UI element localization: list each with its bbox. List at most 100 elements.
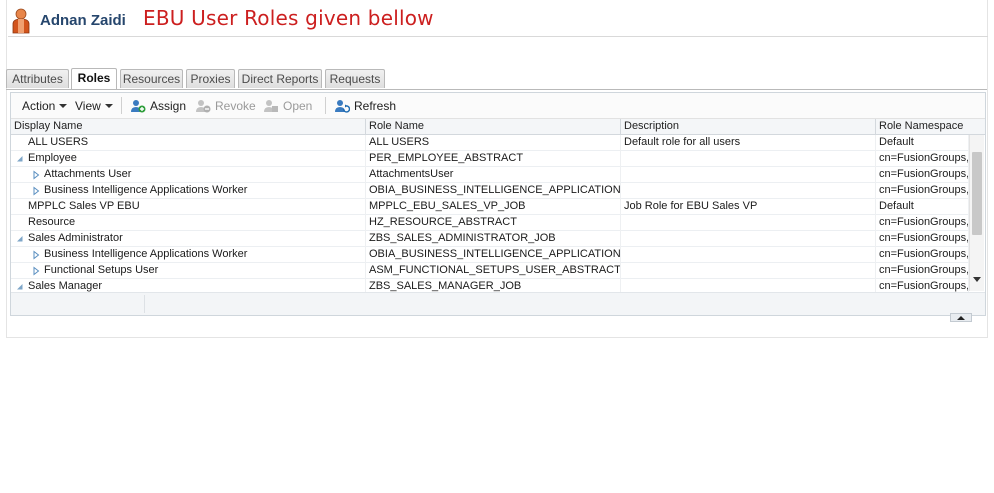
- user-avatar-icon: [12, 8, 30, 34]
- table-row[interactable]: Business Intelligence Applications Worke…: [11, 183, 969, 199]
- cell-role-name: ALL USERS: [366, 135, 621, 151]
- open-label: Open: [283, 99, 313, 113]
- cell-role-namespace: cn=FusionGroups,: [876, 247, 969, 263]
- cell-role-namespace: cn=FusionGroups,: [876, 231, 969, 247]
- cell-description: [621, 231, 876, 247]
- cell-role-namespace: cn=FusionGroups,: [876, 183, 969, 199]
- action-menu-button[interactable]: Action: [22, 99, 68, 113]
- cell-description: [621, 215, 876, 231]
- cell-role-namespace: cn=FusionGroups,: [876, 215, 969, 231]
- open-role-icon: [264, 100, 278, 112]
- cell-description: [621, 151, 876, 167]
- cell-role-namespace: Default: [876, 199, 969, 215]
- cell-role-namespace: cn=FusionGroups,: [876, 279, 969, 292]
- column-header-role-name[interactable]: Role Name: [366, 119, 621, 134]
- header-divider: [8, 36, 988, 37]
- view-menu-button[interactable]: View: [75, 99, 113, 113]
- refresh-label: Refresh: [354, 99, 397, 113]
- scrollbar-thumb[interactable]: [972, 152, 982, 235]
- cell-role-name: OBIA_BUSINESS_INTELLIGENCE_APPLICATIONS_…: [366, 247, 621, 263]
- collapse-panel-button[interactable]: [950, 313, 972, 322]
- cell-role-name: ASM_FUNCTIONAL_SETUPS_USER_ABSTRACT: [366, 263, 621, 279]
- cell-display-name: Sales Manager: [11, 279, 366, 292]
- cell-display-name: Sales Administrator: [11, 231, 366, 247]
- tab-attributes[interactable]: Attributes: [6, 69, 69, 88]
- footer-divider: [144, 295, 145, 313]
- cell-description: [621, 183, 876, 199]
- cell-display-name: Functional Setups User: [11, 263, 366, 279]
- column-header-display-name[interactable]: Display Name: [11, 119, 366, 134]
- cell-role-namespace: cn=FusionGroups,: [876, 167, 969, 183]
- table-row[interactable]: MPPLC Sales VP EBU MPPLC_EBU_SALES_VP_JOB…: [11, 199, 969, 215]
- revoke-label: Revoke: [215, 99, 256, 113]
- cell-description: Default role for all users: [621, 135, 876, 151]
- table-row[interactable]: Business Intelligence Applications Worke…: [11, 247, 969, 263]
- page-annotation: EBU User Roles given bellow: [143, 6, 434, 30]
- toolbar-separator: [121, 97, 122, 114]
- toolbar-separator: [325, 97, 326, 114]
- cell-role-name: MPPLC_EBU_SALES_VP_JOB: [366, 199, 621, 215]
- cell-role-namespace: Default: [876, 135, 969, 151]
- cell-display-name: Attachments User: [11, 167, 366, 183]
- roles-table-body: ALL USERS ALL USERS Default role for all u…: [11, 135, 969, 292]
- cell-description: [621, 263, 876, 279]
- cell-display-name: Business Intelligence Applications Worke…: [11, 247, 366, 263]
- cell-description: [621, 279, 876, 292]
- cell-display-name: Employee: [11, 151, 366, 167]
- column-header-role-namespace[interactable]: Role Namespace: [876, 119, 985, 134]
- roles-panel: Action View Assign Revoke Open Refresh D…: [10, 92, 986, 316]
- page-header: Adnan Zaidi EBU User Roles given bellow: [0, 0, 994, 40]
- table-row[interactable]: Sales Manager ZBS_SALES_MANAGER_JOB cn=Fus…: [11, 279, 969, 292]
- tab-resources[interactable]: Resources: [120, 69, 183, 88]
- scroll-down-icon[interactable]: [973, 277, 981, 282]
- table-footer: [11, 292, 985, 315]
- cell-role-name: AttachmentsUser: [366, 167, 621, 183]
- cell-display-name: Business Intelligence Applications Worke…: [11, 183, 366, 199]
- roles-toolbar: Action View Assign Revoke Open Refresh: [11, 93, 985, 119]
- tab-proxies[interactable]: Proxies: [186, 69, 235, 88]
- tab-direct-reports[interactable]: Direct Reports: [238, 69, 322, 88]
- tab-requests[interactable]: Requests: [325, 69, 385, 88]
- refresh-button[interactable]: Refresh: [335, 99, 396, 113]
- chevron-down-icon: [59, 104, 68, 108]
- cell-display-name: MPPLC Sales VP EBU: [11, 199, 366, 215]
- table-row[interactable]: Functional Setups User ASM_FUNCTIONAL_SET…: [11, 263, 969, 279]
- revoke-button[interactable]: Revoke: [196, 99, 256, 113]
- tab-roles[interactable]: Roles: [71, 68, 117, 89]
- view-menu-label: View: [75, 99, 101, 113]
- assign-label: Assign: [150, 99, 187, 113]
- table-row[interactable]: Attachments User AttachmentsUser cn=Fusion…: [11, 167, 969, 183]
- page-left-border: [6, 0, 7, 338]
- page-bottom-border: [6, 337, 988, 338]
- cell-role-name: OBIA_BUSINESS_INTELLIGENCE_APPLICATIONS_…: [366, 183, 621, 199]
- column-header-description[interactable]: Description: [621, 119, 876, 134]
- cell-description: [621, 167, 876, 183]
- cell-role-name: HZ_RESOURCE_ABSTRACT: [366, 215, 621, 231]
- refresh-icon: [335, 100, 350, 113]
- page-right-border: [987, 0, 988, 338]
- cell-role-name: ZBS_SALES_MANAGER_JOB: [366, 279, 621, 292]
- table-row[interactable]: Employee PER_EMPLOYEE_ABSTRACT cn=FusionGr…: [11, 151, 969, 167]
- table-row[interactable]: ALL USERS ALL USERS Default role for all u…: [11, 135, 969, 151]
- assign-role-icon: [131, 100, 146, 113]
- cell-display-name: ALL USERS: [11, 135, 366, 151]
- roles-table-header: Display Name Role Name Description Role …: [11, 119, 985, 135]
- assign-button[interactable]: Assign: [131, 99, 186, 113]
- action-menu-label: Action: [22, 99, 56, 113]
- vertical-scrollbar[interactable]: [969, 135, 984, 291]
- tab-underline: [6, 89, 987, 90]
- cell-description: Job Role for EBU Sales VP: [621, 199, 876, 215]
- user-name: Adnan Zaidi: [40, 12, 126, 29]
- table-row[interactable]: Resource HZ_RESOURCE_ABSTRACT cn=FusionGro…: [11, 215, 969, 231]
- cell-role-namespace: cn=FusionGroups,: [876, 151, 969, 167]
- cell-role-namespace: cn=FusionGroups,: [876, 263, 969, 279]
- cell-role-name: ZBS_SALES_ADMINISTRATOR_JOB: [366, 231, 621, 247]
- revoke-role-icon: [196, 100, 211, 113]
- open-button[interactable]: Open: [264, 99, 312, 113]
- chevron-up-icon: [957, 316, 965, 320]
- cell-description: [621, 247, 876, 263]
- table-row[interactable]: Sales Administrator ZBS_SALES_ADMINISTRAT…: [11, 231, 969, 247]
- cell-display-name: Resource: [11, 215, 366, 231]
- cell-role-name: PER_EMPLOYEE_ABSTRACT: [366, 151, 621, 167]
- chevron-down-icon: [104, 104, 113, 108]
